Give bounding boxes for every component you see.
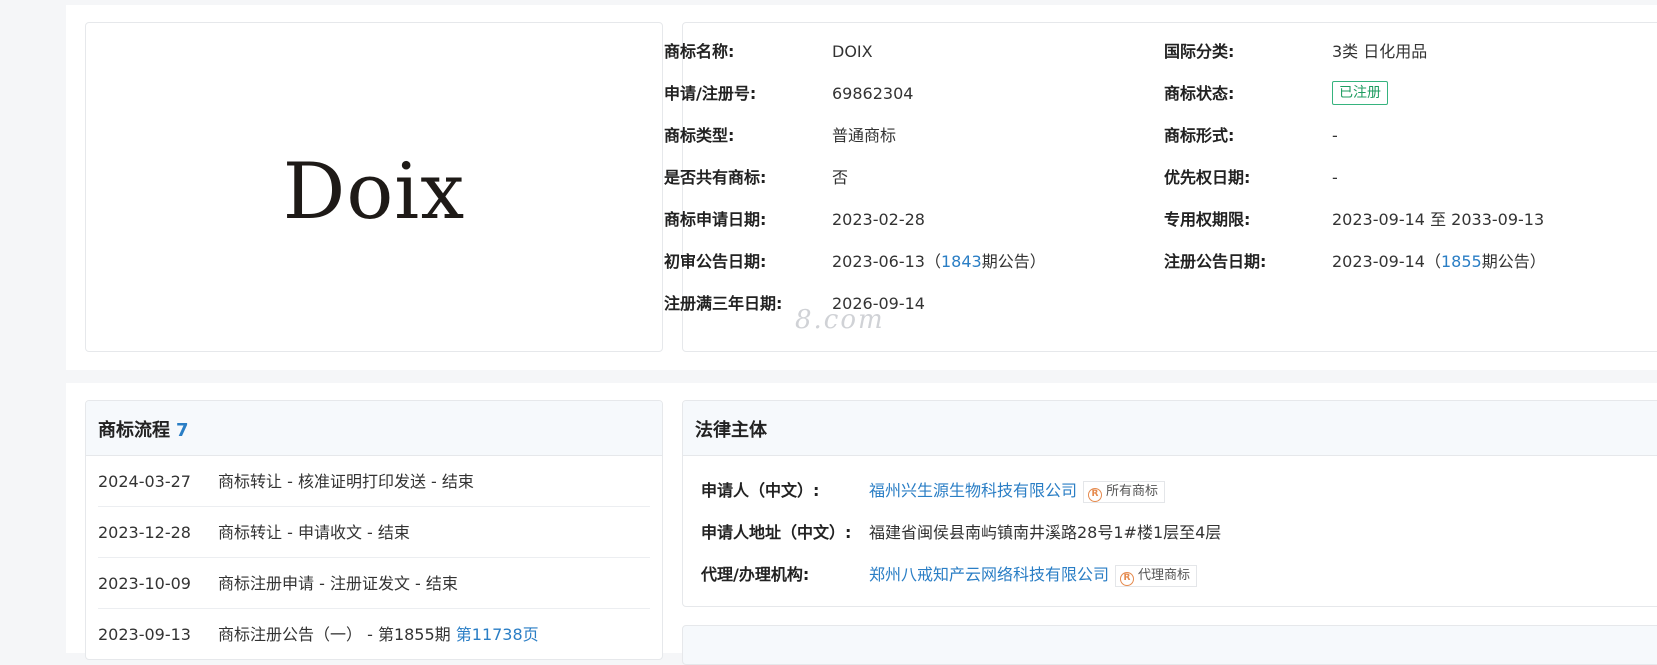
field-value: - [1332,126,1338,145]
field-value: 69862304 [832,84,914,103]
field-value: 2023-09-14 至 2033-09-13 [1332,210,1545,229]
field-label: 商标申请日期: [664,210,767,229]
flow-desc: 商标注册公告（一） - 第1855期 第11738页 [218,625,539,644]
flow-date: 2023-10-09 [98,574,191,593]
field-label: 优先权日期: [1164,168,1251,187]
applicant-link[interactable]: 福州兴生源生物科技有限公司 [869,481,1077,500]
flow-date: 2024-03-27 [98,472,191,491]
flow-date: 2023-09-13 [98,625,191,644]
field-label: 国际分类: [1164,42,1235,61]
trademark-logo: Doix [282,147,466,237]
flow-row: 2024-03-27 商标转让 - 核准证明打印发送 - 结束 [98,456,650,507]
flow-desc: 商标注册申请 - 注册证发文 - 结束 [218,574,458,593]
field-label: 商标类型: [664,126,735,145]
flow-row: 2023-10-09 商标注册申请 - 注册证发文 - 结束 [98,558,650,609]
registered-icon: R [1120,572,1135,586]
next-panel-header [682,625,1657,665]
issue-link[interactable]: 1843 [941,252,982,271]
all-trademarks-tag[interactable]: R 所有商标 [1083,481,1166,503]
flow-title: 商标流程 [98,420,170,441]
registered-icon: R [1088,488,1103,502]
agent-link[interactable]: 郑州八戒知产云网络科技有限公司 [869,565,1109,584]
agent-trademarks-tag[interactable]: R 代理商标 [1115,565,1198,587]
legal-entity-panel: 法律主体 申请人（中文）: 福州兴生源生物科技有限公司 R 所有商标 申请人地址（中… [682,400,1657,607]
agent-label: 代理/办理机构: [701,565,810,584]
field-label: 初审公告日期: [664,252,767,271]
field-value: 普通商标 [832,126,897,145]
field-value: - [1332,168,1338,187]
flow-header: 商标流程 7 [86,401,662,456]
field-label: 商标状态: [1164,84,1235,103]
status-badge: 已注册 [1332,81,1388,105]
field-value: 2023-09-14（1855期公告） [1332,252,1546,271]
field-value: DOIX [832,42,873,61]
applicant-value-group: 福州兴生源生物科技有限公司 R 所有商标 [869,479,1166,503]
issue-link[interactable]: 1855 [1441,252,1482,271]
field-value: 2026-09-14 [832,294,925,313]
flow-row: 2023-09-13 商标注册公告（一） - 第1855期 第11738页 [98,609,650,659]
address-label: 申请人地址（中文）: [701,523,852,542]
field-label: 注册满三年日期: [664,294,783,313]
field-value: 2023-02-28 [832,210,925,229]
field-value: 已注册 [1332,81,1388,105]
field-value: 2023-06-13（1843期公告） [832,252,1046,271]
field-value: 3类 日化用品 [1332,42,1428,61]
flow-date: 2023-12-28 [98,523,191,542]
field-label: 是否共有商标: [664,168,767,187]
applicant-label: 申请人（中文）: [701,481,820,500]
address-value: 福建省闽侯县南屿镇南井溪路28号1#楼1层至4层 [869,523,1222,542]
flow-row: 2023-12-28 商标转让 - 申请收文 - 结束 [98,507,650,558]
flow-desc: 商标转让 - 申请收文 - 结束 [218,523,410,542]
field-label: 申请/注册号: [664,84,757,103]
flow-desc: 商标转让 - 核准证明打印发送 - 结束 [218,472,474,491]
field-label: 专用权期限: [1164,210,1251,229]
trademark-flow-panel: 商标流程 7 2024-03-27 商标转让 - 核准证明打印发送 - 结束 20… [85,400,663,660]
flow-count: 7 [176,420,189,441]
field-value: 否 [832,168,849,187]
page-link[interactable]: 第11738页 [456,625,539,644]
legal-title: 法律主体 [683,401,1657,456]
field-label: 商标名称: [664,42,735,61]
trademark-image: Doix [85,22,663,352]
agent-value-group: 郑州八戒知产云网络科技有限公司 R 代理商标 [869,563,1198,587]
field-label: 注册公告日期: [1164,252,1267,271]
field-label: 商标形式: [1164,126,1235,145]
